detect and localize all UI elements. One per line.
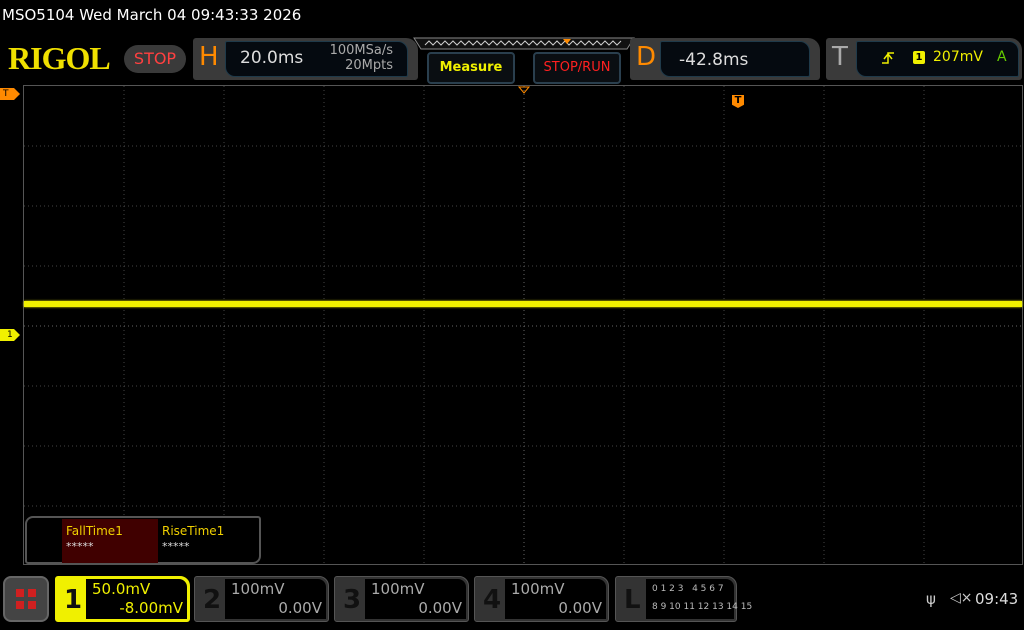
horizontal-inner: 20.0ms 100MSa/s 20Mpts: [225, 41, 408, 77]
trigger-level: 207mV: [933, 49, 983, 65]
channel-3-box[interactable]: 3 100mV 0.00V: [334, 576, 469, 622]
logic-channels-row2: 8 9 10 11 12 13 14 15: [652, 602, 753, 612]
memory-depth: 20Mpts: [345, 58, 393, 73]
measurement-item-falltime[interactable]: FallTime1 *****: [62, 519, 158, 563]
waveform-position-bar[interactable]: [413, 37, 635, 51]
trigger-level-marker[interactable]: T: [0, 88, 20, 100]
speaker-muted-icon[interactable]: ◁×: [950, 590, 973, 606]
trigger-position-marker-icon: [518, 86, 530, 94]
waveform-grid[interactable]: T: [23, 85, 1024, 566]
measurement-label: FallTime1: [66, 524, 123, 538]
usb-icon: ψ: [926, 590, 936, 608]
channel-number: 2: [203, 585, 222, 615]
channel-scale: 100mV: [231, 580, 285, 598]
trigger-inner: 1 207mV A: [856, 41, 1019, 77]
window-title: MSO5104 Wed March 04 09:43:33 2026: [2, 6, 302, 24]
measurement-panel: FallTime1 ***** RiseTime1 *****: [25, 516, 261, 564]
timebase: 20.0ms: [240, 48, 304, 68]
measurement-item-risetime[interactable]: RiseTime1 *****: [158, 519, 254, 563]
channel-2-box[interactable]: 2 100mV 0.00V: [194, 576, 329, 622]
channel-offset: -8.00mV: [119, 599, 183, 617]
channel-offset: 0.00V: [418, 599, 462, 617]
measure-button[interactable]: Measure: [427, 52, 515, 84]
channel-scale: 100mV: [511, 580, 565, 598]
grid-lines: [24, 86, 1024, 566]
rigol-logo: RIGOL: [8, 40, 111, 76]
measurement-label: RiseTime1: [162, 524, 225, 538]
channel-offset: 0.00V: [278, 599, 322, 617]
channel1-trace: [24, 301, 1022, 307]
channel-1-box[interactable]: 1 50.0mV -8.00mV: [55, 576, 190, 622]
trigger-mode: A: [997, 49, 1007, 65]
trigger-source: 1: [913, 51, 925, 64]
measurement-value: *****: [66, 540, 94, 553]
channel-scale: 50.0mV: [92, 580, 151, 598]
channel-4-box[interactable]: 4 100mV 0.00V: [474, 576, 609, 622]
menu-grid-icon: [16, 589, 36, 609]
logic-letter: L: [624, 585, 641, 615]
logic-analyzer-box[interactable]: L 0 1 2 3 4 5 6 7 8 9 10 11 12 13 14 15: [615, 576, 752, 622]
status-clock: 09:43: [975, 590, 1019, 608]
delay-letter: D: [636, 42, 657, 72]
trigger-panel[interactable]: T 1 207mV A: [826, 38, 1022, 80]
channel-scale: 100mV: [371, 580, 425, 598]
delay-value: -42.8ms: [679, 50, 749, 70]
run-status-badge: STOP: [124, 45, 186, 73]
delay-inner: -42.8ms: [660, 41, 810, 77]
channel-number: 3: [343, 585, 362, 615]
channel-number: 1: [64, 585, 83, 615]
trigger-letter: T: [832, 42, 848, 72]
horizontal-panel[interactable]: H 20.0ms 100MSa/s 20Mpts: [193, 38, 418, 80]
measurement-value: *****: [162, 540, 190, 553]
delay-panel[interactable]: D -42.8ms: [630, 38, 820, 80]
stop-run-button[interactable]: STOP/RUN: [533, 52, 621, 84]
horizontal-letter: H: [199, 42, 219, 72]
channel1-offset-marker[interactable]: 1: [0, 329, 20, 341]
sample-rate: 100MSa/s: [329, 43, 393, 58]
channel-number: 4: [483, 585, 502, 615]
channel-offset: 0.00V: [558, 599, 602, 617]
logic-channels-row1: 0 1 2 3 4 5 6 7: [652, 584, 724, 594]
rising-edge-icon: [882, 52, 894, 64]
main-menu-button[interactable]: [3, 576, 49, 622]
